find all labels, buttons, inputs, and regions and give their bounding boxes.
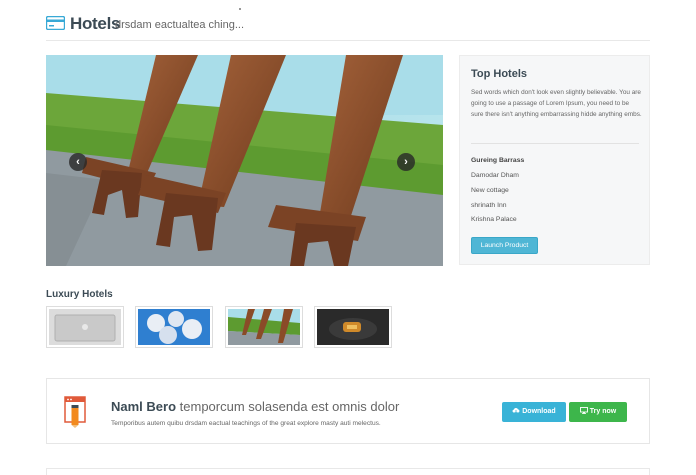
hotel-list-item[interactable]: Damodar Dham (471, 172, 519, 179)
hotel-list-item[interactable]: New cottage (471, 187, 509, 194)
luxury-thumbnail-globes[interactable] (135, 306, 213, 348)
top-hotels-title: Top Hotels (471, 68, 528, 80)
globes-image (138, 309, 210, 345)
chairs-image (228, 309, 300, 345)
luxury-thumbnail-dark[interactable] (314, 306, 392, 348)
cloud-download-icon (512, 407, 520, 414)
promo-title-rest: temporcum solasenda est omnis dolor (179, 399, 400, 414)
promo-box: Naml Bero temporcum solasenda est omnis … (46, 378, 650, 444)
image-slider[interactable]: ‹ › (46, 55, 443, 266)
download-label: Download (522, 408, 556, 415)
promo-title-bold: Naml Bero (111, 399, 177, 414)
promo-text: Temporibus autem quibu drsdam eactual te… (111, 420, 381, 427)
desktop-icon (579, 406, 588, 414)
slider-prev-button[interactable]: ‹ (69, 153, 87, 171)
luxury-hotels-title: Luxury Hotels (46, 289, 113, 300)
promo-title: Naml Bero temporcum solasenda est omnis … (111, 399, 399, 414)
try-now-button[interactable]: Try now (569, 402, 627, 422)
page-header: Hotels drsdam eactualtea ching... (46, 12, 650, 41)
luxury-thumbnail-chairs[interactable] (225, 306, 303, 348)
dark-object-image (317, 309, 389, 345)
top-hotels-panel: Top Hotels Sed words which don't look ev… (459, 55, 650, 265)
next-section-edge (46, 468, 650, 475)
top-hotels-description: Sed words which don't look even slightly… (471, 89, 642, 119)
laptop-image (49, 309, 121, 345)
page-subtitle: drsdam eactualtea ching... (115, 19, 245, 31)
slider-photo (46, 55, 443, 266)
hotel-list-item[interactable]: shrinath Inn (471, 202, 507, 209)
slider-next-button[interactable]: › (397, 153, 415, 171)
download-button[interactable]: Download (502, 402, 566, 422)
hotel-list-item[interactable]: Krishna Palace (471, 216, 517, 223)
luxury-thumbnail-laptop[interactable] (46, 306, 124, 348)
tablet-pen-icon (64, 396, 86, 428)
launch-product-button[interactable]: Launch Product (471, 237, 538, 254)
credit-card-icon (46, 16, 65, 30)
top-hotels-list-heading: Gureing Barrass (471, 157, 525, 164)
stray-dot (239, 8, 241, 10)
page-title: Hotels (70, 14, 121, 33)
panel-divider (471, 143, 639, 144)
try-now-label: Try now (589, 408, 617, 415)
